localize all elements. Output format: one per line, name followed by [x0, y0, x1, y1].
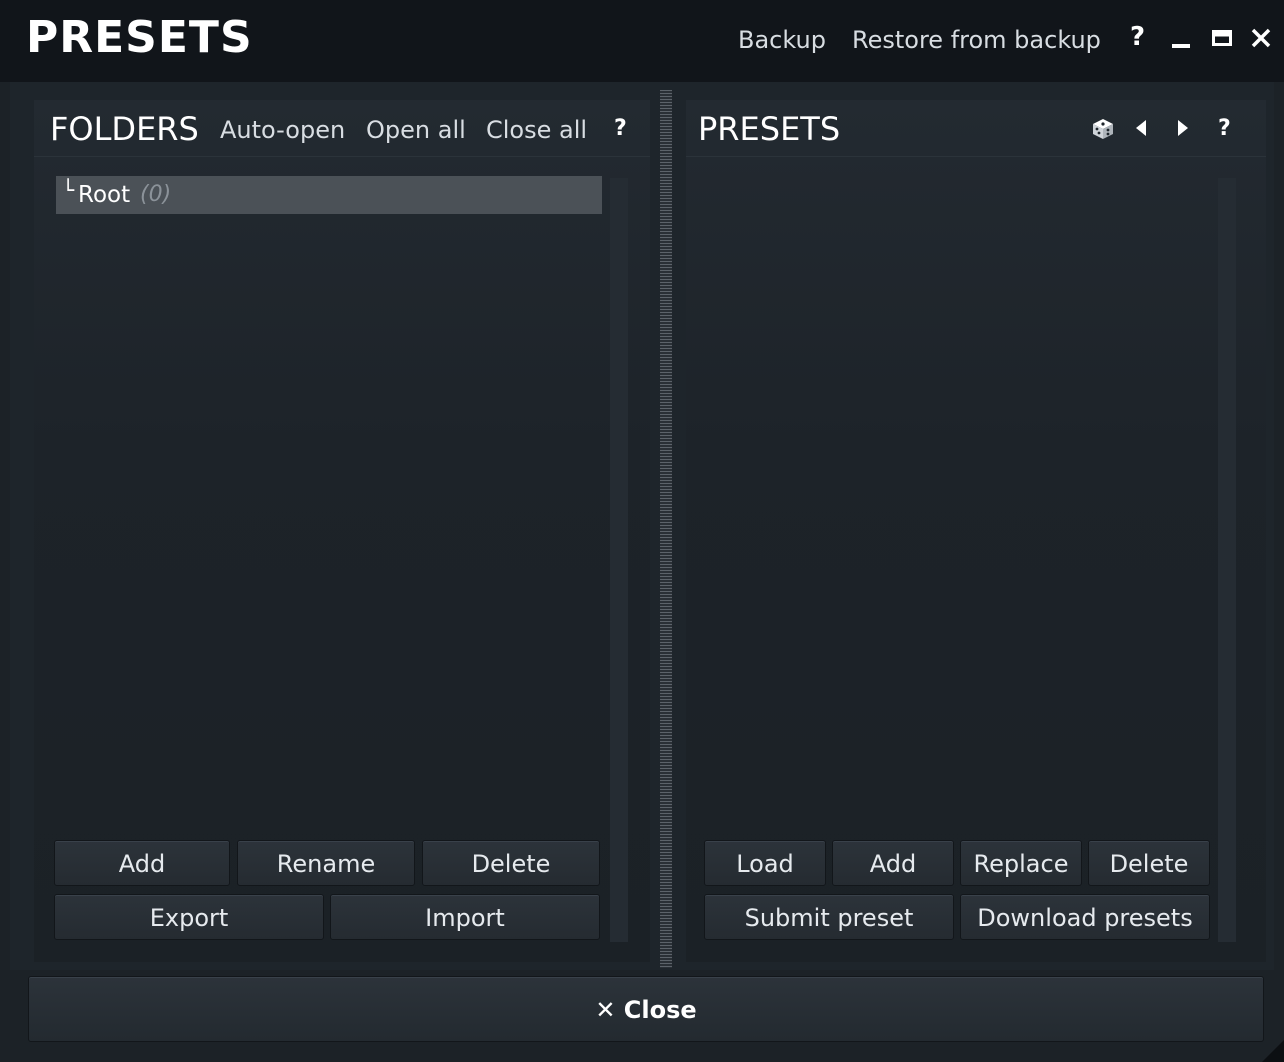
auto-open-toggle[interactable]: Auto-open: [220, 116, 345, 144]
previous-preset-icon[interactable]: [1134, 118, 1148, 144]
maximize-icon[interactable]: [1212, 26, 1234, 57]
submit-preset-button[interactable]: Submit preset: [704, 894, 954, 940]
folders-title: FOLDERS: [50, 110, 199, 148]
presets-header: PRESETS ?: [686, 100, 1266, 157]
delete-folder-button[interactable]: Delete: [422, 840, 600, 886]
download-presets-button[interactable]: Download presets: [960, 894, 1210, 940]
tree-connector-icon: └: [62, 178, 75, 202]
close-all-button[interactable]: Close all: [486, 116, 587, 144]
next-preset-icon[interactable]: [1176, 118, 1190, 144]
folder-item-root[interactable]: └ Root (0): [56, 176, 602, 214]
minimize-icon[interactable]: [1172, 26, 1192, 57]
presets-scrollbar[interactable]: [1218, 178, 1236, 942]
title-bar: PRESETS Backup Restore from backup ?: [0, 0, 1284, 82]
backup-link[interactable]: Backup: [738, 26, 826, 54]
import-button[interactable]: Import: [330, 894, 600, 940]
presets-title: PRESETS: [698, 110, 841, 148]
main-area: FOLDERS Auto-open Open all Close all ? └…: [10, 82, 1274, 970]
window-title: PRESETS: [26, 12, 253, 63]
help-icon[interactable]: ?: [1130, 22, 1145, 52]
resize-grip[interactable]: [1262, 1040, 1284, 1062]
panel-splitter[interactable]: [660, 90, 672, 968]
folder-name: Root: [78, 182, 131, 208]
restore-from-backup-link[interactable]: Restore from backup: [852, 26, 1101, 54]
dice-icon[interactable]: [1092, 118, 1114, 146]
delete-preset-button[interactable]: Delete: [1088, 840, 1210, 886]
load-preset-button[interactable]: Load: [704, 840, 826, 886]
rename-folder-button[interactable]: Rename: [237, 840, 415, 886]
open-all-button[interactable]: Open all: [366, 116, 466, 144]
presets-panel: PRESETS ? Load Add Replace Delete Submit…: [686, 100, 1266, 962]
close-icon[interactable]: [1250, 26, 1272, 57]
export-button[interactable]: Export: [54, 894, 324, 940]
close-button[interactable]: ✕ Close: [28, 976, 1264, 1042]
folders-help-icon[interactable]: ?: [614, 116, 627, 141]
folders-header: FOLDERS Auto-open Open all Close all ?: [34, 100, 650, 157]
add-preset-button[interactable]: Add: [832, 840, 954, 886]
replace-preset-button[interactable]: Replace: [960, 840, 1082, 886]
folders-scrollbar[interactable]: [610, 178, 628, 942]
folder-count: (0): [140, 182, 172, 207]
add-folder-button[interactable]: Add: [54, 840, 230, 886]
folders-panel: FOLDERS Auto-open Open all Close all ? └…: [34, 100, 650, 962]
presets-help-icon[interactable]: ?: [1218, 116, 1231, 141]
